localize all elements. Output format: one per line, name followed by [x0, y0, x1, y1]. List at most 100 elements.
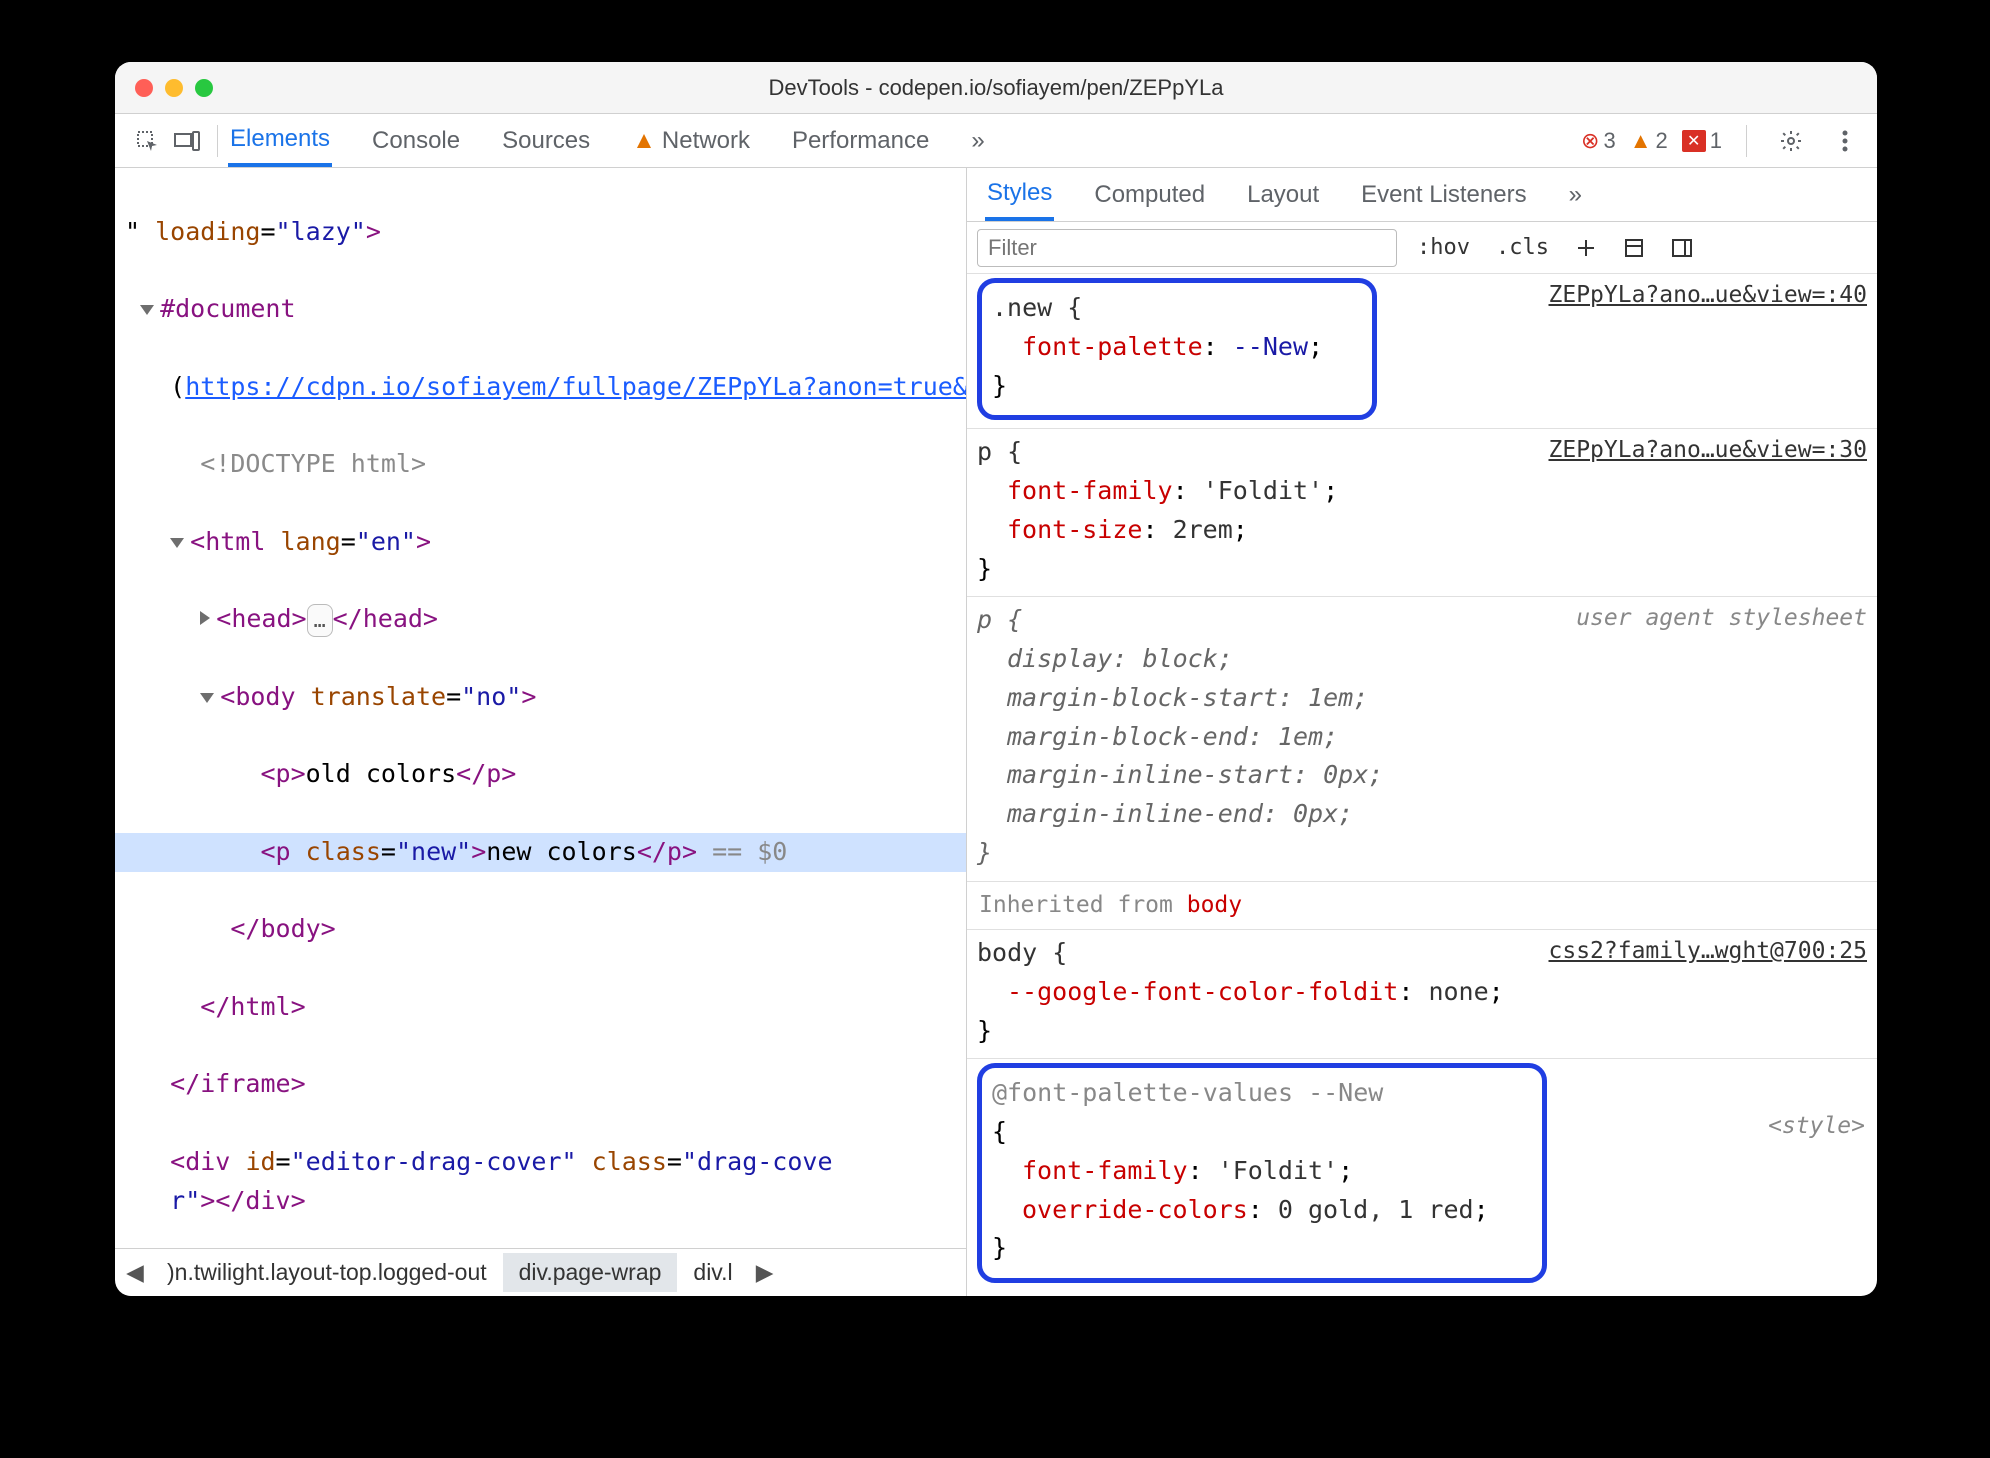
styles-list[interactable]: ZEPpYLa?ano…ue&view=:40 .new { font-pale…	[967, 274, 1877, 1296]
css-property[interactable]: font-palette	[1022, 332, 1203, 361]
divider	[1746, 125, 1747, 157]
css-value[interactable]: 2rem	[1173, 515, 1233, 544]
settings-icon[interactable]	[1771, 121, 1811, 161]
breadcrumb-next-icon[interactable]: ▶	[749, 1257, 781, 1289]
inherited-header: Inherited from body	[967, 882, 1877, 931]
tab-performance[interactable]: Performance	[790, 117, 931, 165]
new-style-rule-icon[interactable]	[1569, 231, 1603, 265]
tab-sources[interactable]: Sources	[500, 117, 592, 165]
dollar-zero-hint: == $0	[697, 837, 787, 866]
css-property: display	[1007, 644, 1112, 673]
expand-arrow-icon[interactable]	[200, 611, 210, 625]
rule-source-link[interactable]: ZEPpYLa?ano…ue&view=:30	[1549, 433, 1868, 469]
inherited-label: Inherited from	[979, 892, 1187, 918]
warning-count-value: 2	[1656, 128, 1668, 154]
breadcrumb-bar: ◀ )n.twilight.layout-top.logged-out div.…	[115, 1248, 966, 1296]
tab-elements[interactable]: Elements	[228, 115, 332, 167]
css-value[interactable]: 0 gold, 1 red	[1278, 1195, 1474, 1224]
css-value[interactable]: 'Foldit'	[1203, 476, 1323, 505]
css-property[interactable]: font-family	[1007, 476, 1173, 505]
css-property[interactable]: font-size	[1007, 515, 1142, 544]
selected-dom-node[interactable]: <p class="new">new colors</p> == $0	[115, 833, 966, 872]
styles-panel: Styles Computed Layout Event Listeners »…	[967, 168, 1877, 1296]
filter-input[interactable]	[977, 229, 1397, 267]
inspect-icon[interactable]	[127, 121, 167, 161]
tab-console[interactable]: Console	[370, 117, 462, 165]
style-rule[interactable]: @font-palette-values --New <style> { fon…	[967, 1059, 1877, 1291]
expand-arrow-icon[interactable]	[140, 305, 154, 315]
more-tabs-button[interactable]: »	[969, 117, 986, 165]
highlight-box: @font-palette-values --New <style> { fon…	[977, 1063, 1547, 1283]
rule-source-link[interactable]: ZEPpYLa?ano…ue&view=:40	[1549, 278, 1868, 314]
at-rule-header: @font-palette-values --New	[992, 1074, 1383, 1113]
toggle-sidebar-icon[interactable]	[1665, 231, 1699, 265]
subtab-event-listeners[interactable]: Event Listeners	[1359, 171, 1528, 219]
css-property: margin-block-end	[1007, 722, 1248, 751]
selector: body {	[977, 938, 1067, 967]
main-toolbar: Elements Console Sources ▲Network Perfor…	[115, 114, 1877, 168]
error-count[interactable]: ⊗3	[1581, 128, 1616, 154]
css-value: block	[1142, 644, 1217, 673]
toolbar-right: ⊗3 ▲2 ✕1	[1581, 121, 1865, 161]
devtools-window: DevTools - codepen.io/sofiayem/pen/ZEPpY…	[115, 62, 1877, 1296]
style-rule[interactable]: css2?family…wght@700:25 body { --google-…	[967, 930, 1877, 1059]
css-property: margin-inline-end	[1007, 799, 1263, 828]
elements-panel: " loading="lazy"> #document (https://cdp…	[115, 168, 967, 1296]
inherited-element[interactable]: body	[1187, 892, 1242, 918]
sidebar-tabs: Styles Computed Layout Event Listeners »	[967, 168, 1877, 222]
brace: }	[977, 838, 992, 867]
subtab-computed[interactable]: Computed	[1092, 171, 1207, 219]
message-icon: ✕	[1682, 130, 1706, 152]
highlight-box: .new { font-palette: --New; }	[977, 278, 1377, 420]
text-node: new colors	[486, 837, 637, 866]
brace: }	[992, 371, 1007, 400]
breadcrumb-item[interactable]: )n.twilight.layout-top.logged-out	[151, 1253, 503, 1292]
css-value[interactable]: --New	[1233, 332, 1308, 361]
close-window-button[interactable]	[135, 79, 153, 97]
css-property[interactable]: font-family	[1022, 1156, 1188, 1185]
breadcrumb-item[interactable]: div.l	[677, 1253, 748, 1292]
traffic-lights	[135, 79, 213, 97]
css-property[interactable]: override-colors	[1022, 1195, 1248, 1224]
device-toolbar-icon[interactable]	[167, 121, 207, 161]
expand-arrow-icon[interactable]	[200, 693, 214, 703]
expand-arrow-icon[interactable]	[170, 538, 184, 548]
maximize-window-button[interactable]	[195, 79, 213, 97]
more-subtabs-button[interactable]: »	[1567, 171, 1584, 219]
selector: p {	[977, 437, 1022, 466]
iframe-src-link[interactable]: https://cdpn.io/sofiayem/fullpage/ZEPpYL…	[185, 372, 966, 401]
rule-source-label: user agent stylesheet	[1576, 601, 1867, 637]
brace: }	[977, 554, 992, 583]
rule-source-link[interactable]: css2?family…wght@700:25	[1549, 934, 1868, 970]
brace: {	[992, 1117, 1007, 1146]
cls-toggle[interactable]: .cls	[1490, 231, 1555, 264]
dom-tree[interactable]: " loading="lazy"> #document (https://cdp…	[115, 168, 966, 1248]
subtab-styles[interactable]: Styles	[985, 169, 1054, 221]
minimize-window-button[interactable]	[165, 79, 183, 97]
warning-icon: ▲	[1630, 128, 1652, 154]
tab-network[interactable]: ▲Network	[630, 117, 752, 165]
subtab-layout[interactable]: Layout	[1245, 171, 1321, 219]
hov-toggle[interactable]: :hov	[1411, 231, 1476, 264]
warning-count[interactable]: ▲2	[1630, 128, 1668, 154]
css-value[interactable]: none	[1428, 977, 1488, 1006]
computed-styles-icon[interactable]	[1617, 231, 1651, 265]
style-rule[interactable]: ZEPpYLa?ano…ue&view=:30 p { font-family:…	[967, 429, 1877, 597]
ellipsis-chip[interactable]: …	[307, 604, 333, 637]
breadcrumb-item[interactable]: div.page-wrap	[503, 1253, 678, 1292]
kebab-menu-icon[interactable]	[1825, 121, 1865, 161]
message-count-value: 1	[1710, 128, 1722, 154]
css-value[interactable]: 'Foldit'	[1218, 1156, 1338, 1185]
style-rule[interactable]: user agent stylesheet p { display: block…	[967, 597, 1877, 881]
error-icon: ⊗	[1581, 128, 1599, 154]
css-property[interactable]: --google-font-color-foldit	[1007, 977, 1398, 1006]
selector: .new {	[992, 293, 1082, 322]
tab-network-label: Network	[662, 127, 750, 154]
message-count[interactable]: ✕1	[1682, 128, 1722, 154]
breadcrumb-prev-icon[interactable]: ◀	[119, 1257, 151, 1289]
doctype: <!DOCTYPE html>	[200, 449, 426, 478]
css-value: 0px	[1323, 760, 1368, 789]
brace: }	[992, 1233, 1007, 1262]
selector: p {	[977, 605, 1022, 634]
style-rule[interactable]: ZEPpYLa?ano…ue&view=:40 .new { font-pale…	[967, 274, 1877, 429]
